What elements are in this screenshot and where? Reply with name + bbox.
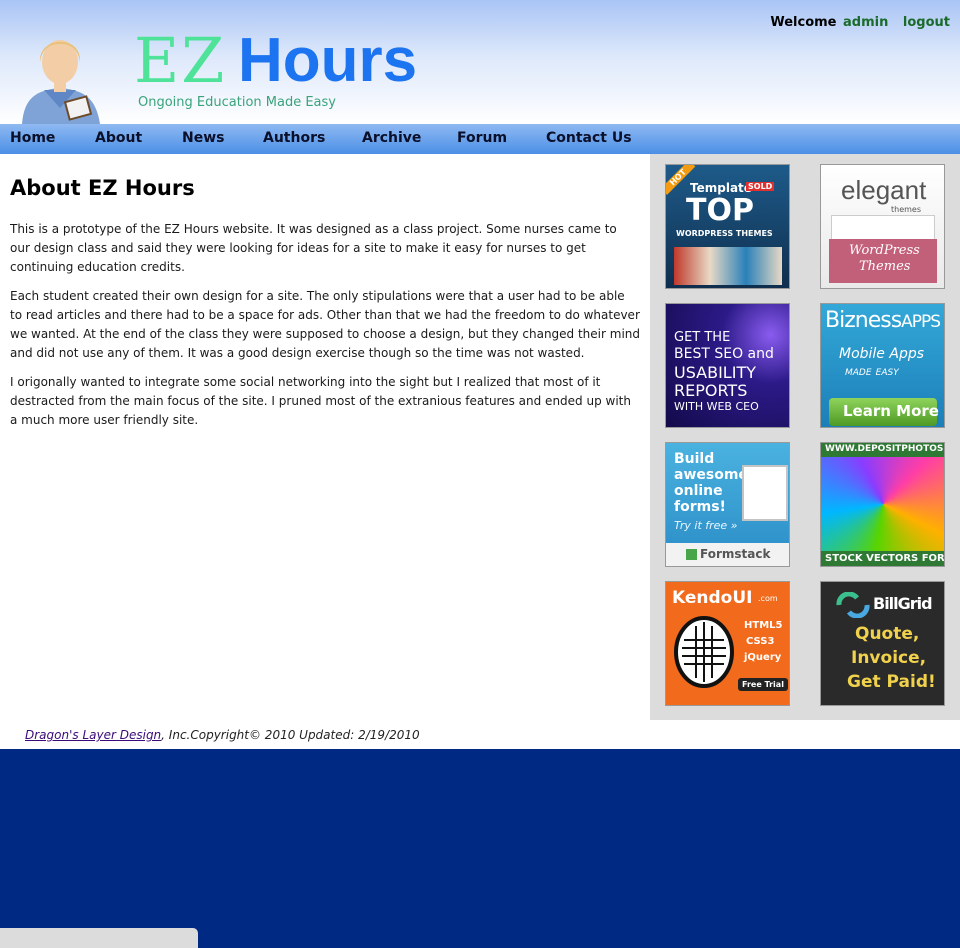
- ad-line2: Invoice,: [851, 648, 927, 668]
- logo-hours-text: Hours: [238, 26, 418, 95]
- ad-line1: Build: [674, 451, 715, 467]
- ad-brand: KendoUI: [672, 588, 753, 608]
- ad-biznessapps[interactable]: BiznessAPPS Mobile Apps made easy Learn …: [820, 303, 945, 428]
- fencing-mask-icon: [674, 616, 734, 688]
- welcome-label: Welcome: [770, 15, 837, 30]
- ad-line1: Mobile Apps: [839, 346, 925, 362]
- ad-line2: BEST SEO and: [674, 346, 774, 362]
- ad-formstack[interactable]: Build awesome online forms! Try it free …: [665, 442, 790, 567]
- ad-line2: made easy: [845, 364, 899, 379]
- ad-line2: awesome: [674, 467, 748, 483]
- ad-subtitle: themes: [891, 205, 922, 214]
- ad-line1: GET THE: [674, 330, 731, 345]
- ad-line5: WITH WEB CEO: [674, 400, 759, 413]
- ad-elegant-themes[interactable]: elegant themes WordPress Themes: [820, 164, 945, 289]
- ad-thumbnails-image: [674, 247, 782, 285]
- ad-templatemonster[interactable]: HOT Template SOLD TOP WORDPRESS THEMES: [665, 164, 790, 289]
- learn-more-label: Learn More: [843, 402, 939, 420]
- nav-item-archive[interactable]: Archive: [362, 130, 421, 146]
- designer-link[interactable]: Dragon's Layer Design: [25, 728, 161, 742]
- user-bar: Welcome admin logout: [770, 15, 950, 30]
- ad-brand: Formstack: [700, 547, 771, 561]
- main-navigation: Home About News Authors Archive Forum Co…: [0, 124, 960, 154]
- ad-line3: jQuery: [744, 652, 782, 663]
- copyright-text: , Inc.Copyright© 2010 Updated: 2/19/2010: [161, 728, 420, 742]
- ad-line2: CSS3: [746, 636, 775, 647]
- site-footer: Dragon's Layer Design, Inc.Copyright© 20…: [0, 720, 960, 749]
- ad-subtitle: WORDPRESS THEMES: [676, 229, 773, 238]
- ad-colorful-image: [821, 457, 944, 551]
- ad-line3: Get Paid!: [847, 672, 936, 692]
- body-paragraph: Each student created their own design fo…: [10, 289, 640, 360]
- ad-headline: TOP: [686, 193, 754, 228]
- ad-line4: forms!: [674, 499, 726, 515]
- bottom-panel-tab: [0, 928, 198, 948]
- ad-monitor-image: [742, 465, 788, 521]
- ad-depositphotos[interactable]: WWW.DEPOSITPHOTOS.COM STOCK VECTORS FOR …: [820, 442, 945, 567]
- nav-item-forum[interactable]: Forum: [457, 130, 507, 146]
- page-title: About EZ Hours: [10, 176, 195, 200]
- ad-url: WWW.DEPOSITPHOTOS.COM: [825, 444, 944, 454]
- ad-line4: REPORTS: [674, 381, 748, 400]
- nav-item-about[interactable]: About: [95, 130, 142, 146]
- ad-ribbon-line2: Themes: [859, 259, 911, 274]
- ad-sidebar: HOT Template SOLD TOP WORDPRESS THEMES e…: [650, 154, 960, 720]
- ad-line3: USABILITY: [674, 363, 756, 382]
- billgrid-logo-icon: [836, 592, 870, 618]
- nav-item-home[interactable]: Home: [10, 130, 55, 146]
- ad-billgrid[interactable]: BillGrid Quote, Invoice, Get Paid!: [820, 581, 945, 706]
- ad-try-free: Try it free »: [674, 519, 738, 532]
- ad-line3: online: [674, 483, 723, 499]
- copyright-line: Dragon's Layer Design, Inc.Copyright© 20…: [25, 728, 420, 742]
- ad-brand-com: .com: [758, 594, 778, 603]
- logout-link[interactable]: logout: [903, 15, 950, 30]
- ad-brand-part2: APPS: [901, 312, 941, 332]
- ad-webceo[interactable]: GET THE BEST SEO and USABILITY REPORTS W…: [665, 303, 790, 428]
- ad-kendoui[interactable]: KendoUI .com HTML5 CSS3 jQuery Free Tria…: [665, 581, 790, 706]
- ad-cta: STOCK VECTORS FOR $1: [825, 553, 945, 564]
- ad-line1: HTML5: [744, 620, 783, 631]
- ad-brand: BiznessAPPS: [825, 308, 941, 333]
- ad-brand: BillGrid: [873, 594, 933, 613]
- closing-paragraph: I origonally wanted to integrate some so…: [10, 375, 631, 427]
- intro-paragraph: This is a prototype of the EZ Hours webs…: [10, 222, 617, 274]
- nurse-portrait-image: [22, 40, 100, 124]
- formstack-logo-icon: [686, 549, 697, 560]
- username-link[interactable]: admin: [843, 15, 888, 30]
- free-trial-button[interactable]: Free Trial: [738, 678, 788, 691]
- nav-item-authors[interactable]: Authors: [263, 130, 325, 146]
- ad-ribbon-line1: WordPress: [849, 243, 920, 258]
- site-tagline: Ongoing Education Made Easy: [138, 95, 336, 110]
- sold-badge: SOLD: [746, 182, 775, 191]
- main-content: About EZ Hours This is a prototype of th…: [0, 154, 650, 720]
- nav-item-news[interactable]: News: [182, 130, 224, 146]
- ad-line1: Quote,: [855, 624, 920, 644]
- ad-brand: elegant: [841, 175, 927, 205]
- site-header: EZ Hours Ongoing Education Made Easy Wel…: [0, 0, 960, 124]
- nav-item-contact-us[interactable]: Contact Us: [546, 130, 632, 146]
- ad-brand-part1: Bizness: [825, 308, 902, 333]
- logo-ez-text: EZ: [134, 24, 227, 97]
